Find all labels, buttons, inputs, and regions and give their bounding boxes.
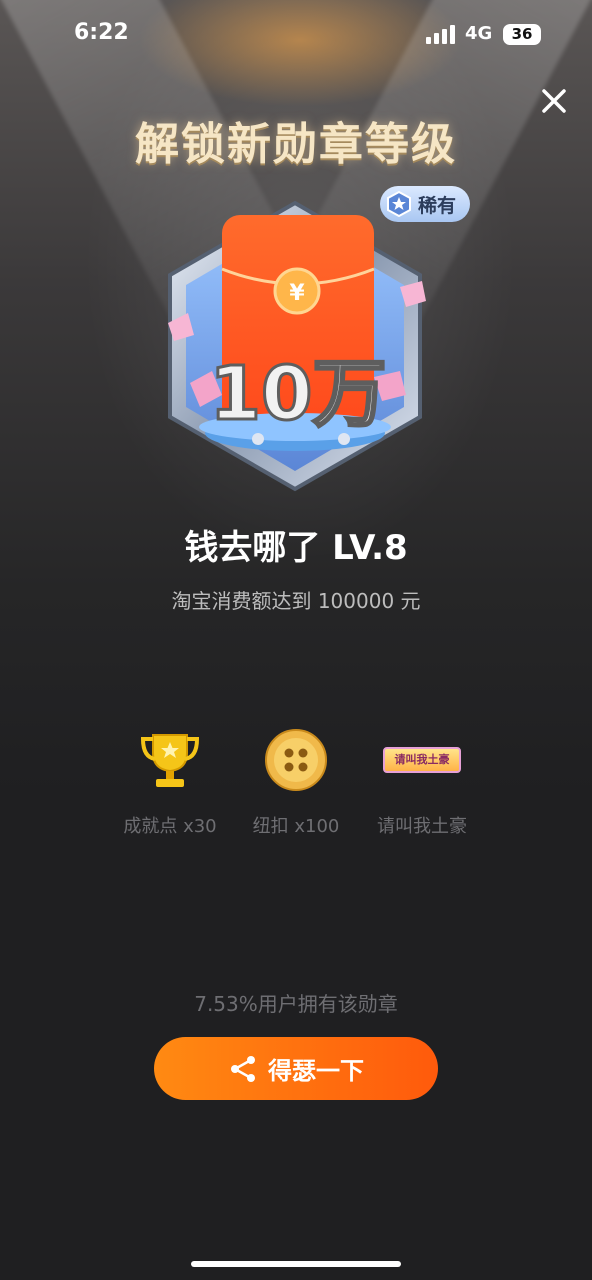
ownership-percentage: 7.53%用户拥有该勋章 [194,992,398,1016]
badge-description: 淘宝消费额达到 100000 元 [171,589,421,613]
badge-text: 10万 [210,351,387,437]
reward-label: 纽扣 x100 [252,816,340,837]
status-time: 6:22 [74,20,129,45]
battery-icon: 36 [503,24,541,45]
reward-item: 纽扣 x100 [231,726,361,838]
cellular-signal-icon [426,25,455,44]
svg-text:¥: ¥ [289,281,305,306]
button-coin-icon [265,729,327,791]
home-indicator[interactable] [191,1261,401,1267]
network-type: 4G [465,23,493,44]
trophy-icon [140,734,200,787]
reward-label: 请叫我土豪 [377,816,467,837]
reward-item: 请叫我土豪 请叫我土豪 [357,726,487,838]
share-button-label: 得瑟一下 [268,1057,364,1085]
rarity-badge: 稀有 [380,186,470,222]
modal-title: 解锁新勋章等级 [135,119,457,170]
badge-name: 钱去哪了 LV.8 [184,528,408,568]
reward-item: 成就点 x30 [105,726,235,838]
share-icon [231,1055,255,1082]
star-hexagon-icon [387,191,411,217]
share-button[interactable]: 得瑟一下 [154,1037,438,1100]
status-bar: 6:22 4G 36 [0,0,592,70]
medal-badge-icon: ¥ 10万 [168,200,426,492]
reward-label: 成就点 x30 [123,816,217,837]
title-tag-icon: 请叫我土豪 [383,747,461,773]
rarity-label: 稀有 [418,194,457,217]
